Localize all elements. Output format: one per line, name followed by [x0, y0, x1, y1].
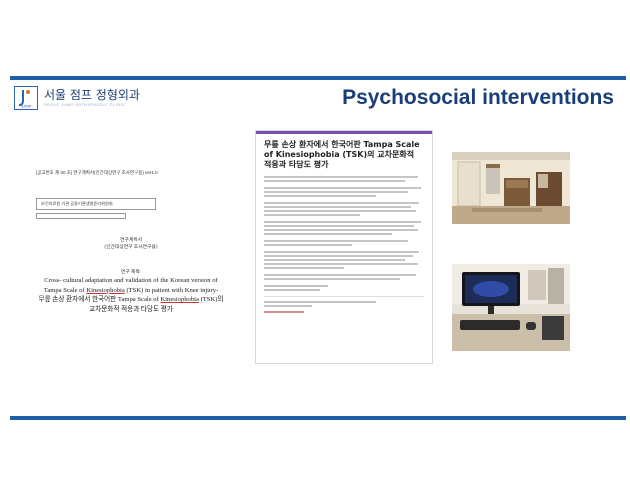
logo-mark-text: SJMP [21, 104, 32, 109]
required-note [264, 311, 304, 313]
plan-sublabel: (인간대상연구 조사연구용) [104, 245, 158, 250]
slide-title: Psychosocial interventions [342, 86, 614, 109]
study-title-label: 연구 제목: [120, 270, 142, 275]
research-plan-document: [공고번호 제 00 호] 연구계획서(인간대상연구 조사연구용) ver1.0… [36, 170, 226, 314]
logo-mark-icon: SJMP [14, 86, 38, 110]
clinic-room-photo [452, 152, 570, 224]
logo-name: 서울 점프 정형외과 [44, 87, 140, 102]
committee-box: 보건의료원 기관 공용기관생명윤리위원회 [36, 198, 156, 210]
survey-form-document: 무릎 손상 환자에서 한국어판 Tampa Scale of Kinesioph… [255, 130, 433, 364]
form-title: 무릎 손상 환자에서 한국어판 Tampa Scale of Kinesioph… [264, 140, 420, 169]
top-divider-bar [10, 76, 626, 80]
english-title-line-1: Cross- cultural adaptation and validatio… [44, 277, 218, 284]
bottom-divider-bar [10, 416, 626, 420]
computer-desk-photo [452, 264, 570, 351]
logo-subtitle: SEOUL JUMP ORTHOPAEDIC CLINIC [44, 101, 126, 107]
korean-title-line-2: 교차문화적 적응과 타당도 평가 [89, 305, 173, 313]
plan-label: 연구계획서 [119, 238, 143, 243]
slide: SJMP 서울 점프 정형외과 SEOUL JUMP ORTHOPAEDIC C… [0, 0, 630, 489]
korean-title-line-1: 무릎 손상 환자에서 한국어판 Tampa Scale of Kinesioph… [38, 296, 224, 303]
form-footer [256, 301, 432, 313]
form-body-text [256, 176, 432, 291]
english-title-line-2: Tampa Scale of Kinesiophobia (TSK) in pa… [43, 286, 219, 294]
document-header-line: [공고번호 제 00 호] 연구계획서(인간대상연구 조사연구용) ver1.0 [36, 170, 158, 175]
document-title-block: 연구계획서 (인간대상연구 조사연구용) 연구 제목: Cross- cultu… [36, 237, 226, 314]
clinic-logo: SJMP 서울 점프 정형외과 SEOUL JUMP ORTHOPAEDIC C… [14, 86, 140, 110]
empty-box [36, 213, 126, 219]
